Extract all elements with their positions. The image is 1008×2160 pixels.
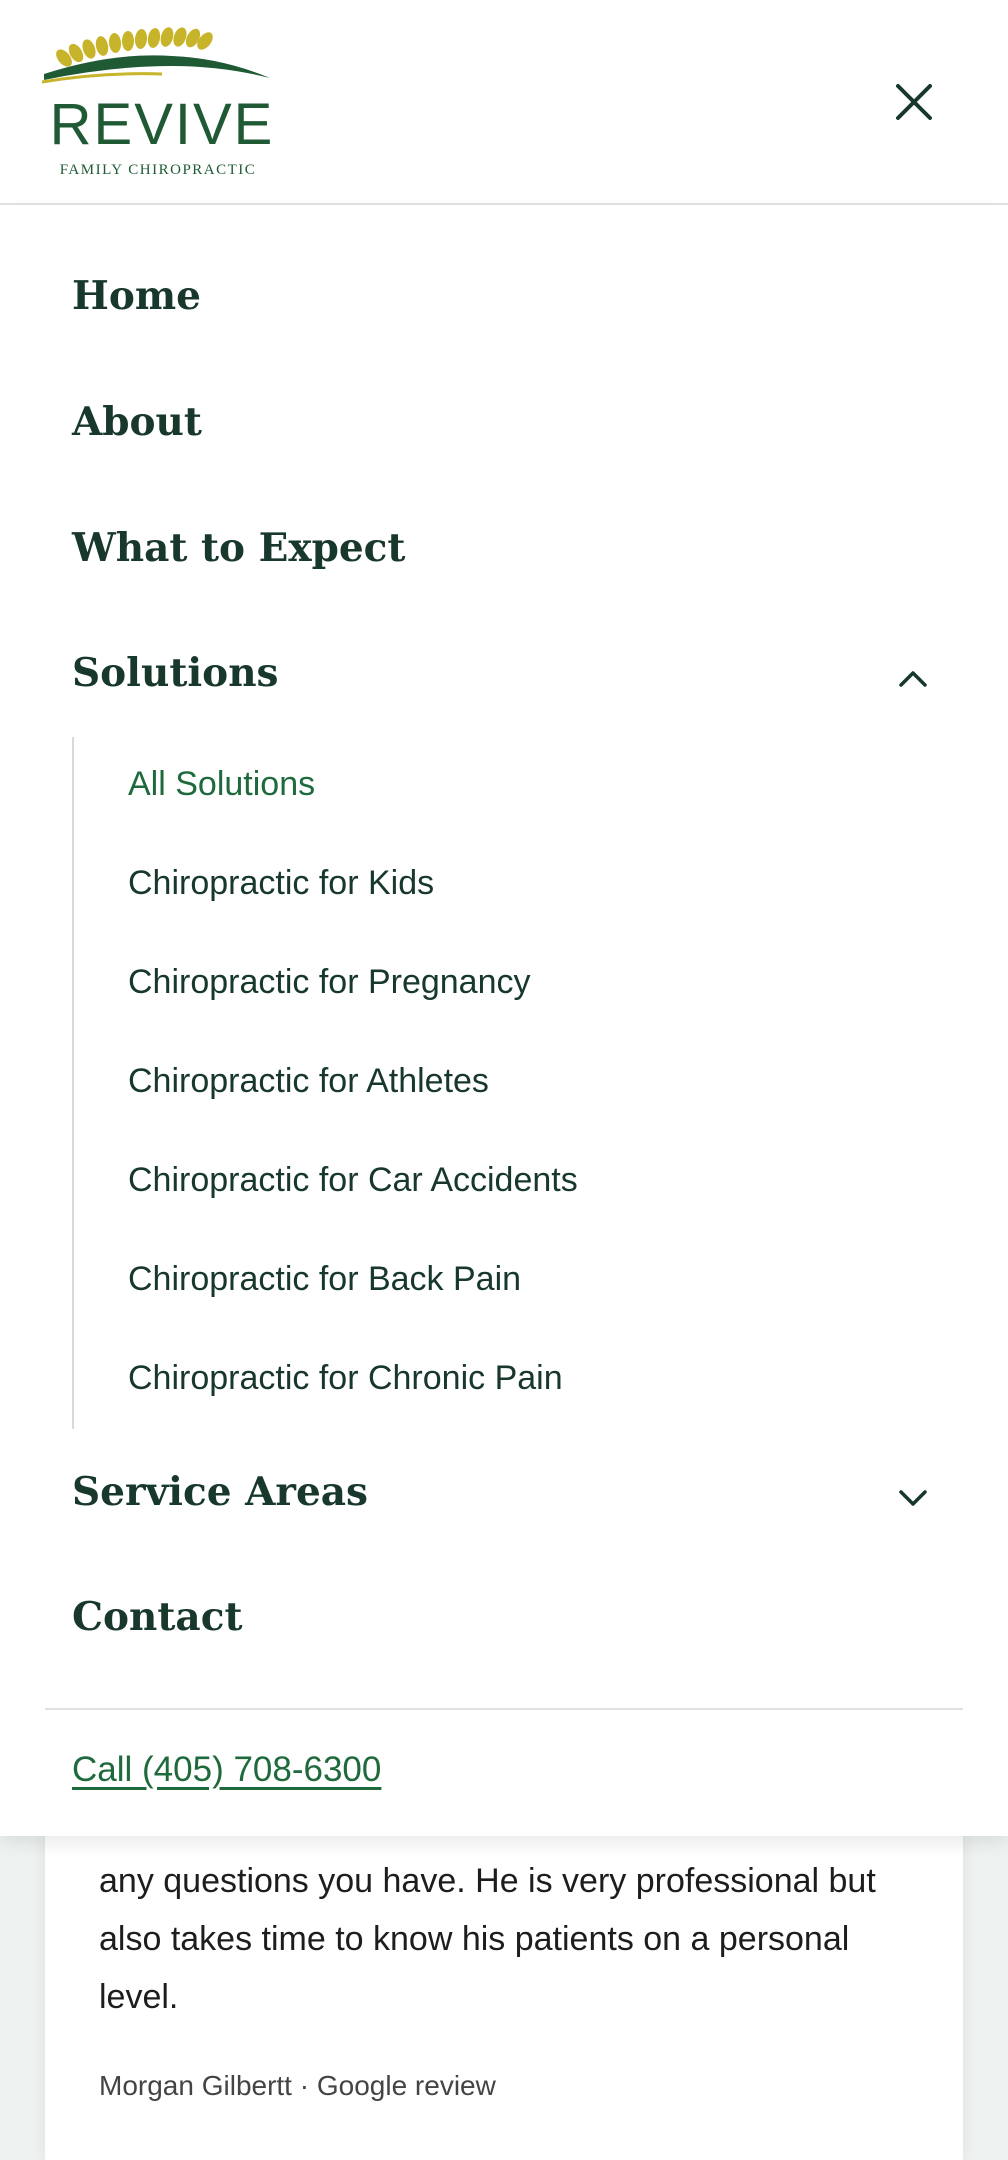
logo-tagline: FAMILY CHIROPRACTIC [60, 162, 257, 178]
revive-logo[interactable]: REVIVE FAMILY CHIROPRACTIC [41, 22, 278, 182]
submenu-item-all-solutions[interactable]: All Solutions [128, 765, 315, 804]
submenu-item-car-accidents[interactable]: Chiropractic for Car Accidents [128, 1161, 578, 1200]
service-areas-toggle[interactable] [890, 1475, 936, 1521]
call-phone-link[interactable]: Call (405) 708-6300 [72, 1750, 381, 1790]
nav-item-about[interactable]: About [72, 399, 202, 445]
close-menu-button[interactable] [880, 68, 948, 136]
submenu-item-pregnancy[interactable]: Chiropractic for Pregnancy [128, 963, 531, 1002]
nav-item-service-areas[interactable]: Service Areas [72, 1469, 368, 1515]
submenu-item-athletes[interactable]: Chiropractic for Athletes [128, 1062, 489, 1101]
site-header: REVIVE FAMILY CHIROPRACTIC [0, 0, 1008, 205]
nav-item-solutions[interactable]: Solutions [72, 650, 279, 696]
solutions-toggle[interactable] [890, 656, 936, 702]
chevron-up-icon [899, 671, 927, 687]
review-author: Morgan Gilbertt · Google review [99, 2070, 496, 2101]
review-text: any questions you have. He is very profe… [99, 1862, 876, 2016]
menu-divider [45, 1708, 963, 1710]
nav-item-what-to-expect[interactable]: What to Expect [72, 525, 405, 571]
submenu-item-kids[interactable]: Chiropractic for Kids [128, 864, 434, 903]
submenu-rule [72, 737, 74, 1429]
submenu-item-back-pain[interactable]: Chiropractic for Back Pain [128, 1260, 521, 1299]
nav-item-home[interactable]: Home [72, 273, 201, 319]
nav-item-contact[interactable]: Contact [72, 1594, 242, 1640]
mobile-nav-menu: Home About What to Expect Solutions All … [0, 205, 1008, 1836]
logo-wordmark: REVIVE [50, 92, 275, 157]
logo-graphic: REVIVE FAMILY CHIROPRACTIC [41, 27, 275, 178]
close-icon [896, 84, 932, 120]
chevron-down-icon [899, 1490, 927, 1506]
submenu-item-chronic-pain[interactable]: Chiropractic for Chronic Pain [128, 1359, 563, 1398]
